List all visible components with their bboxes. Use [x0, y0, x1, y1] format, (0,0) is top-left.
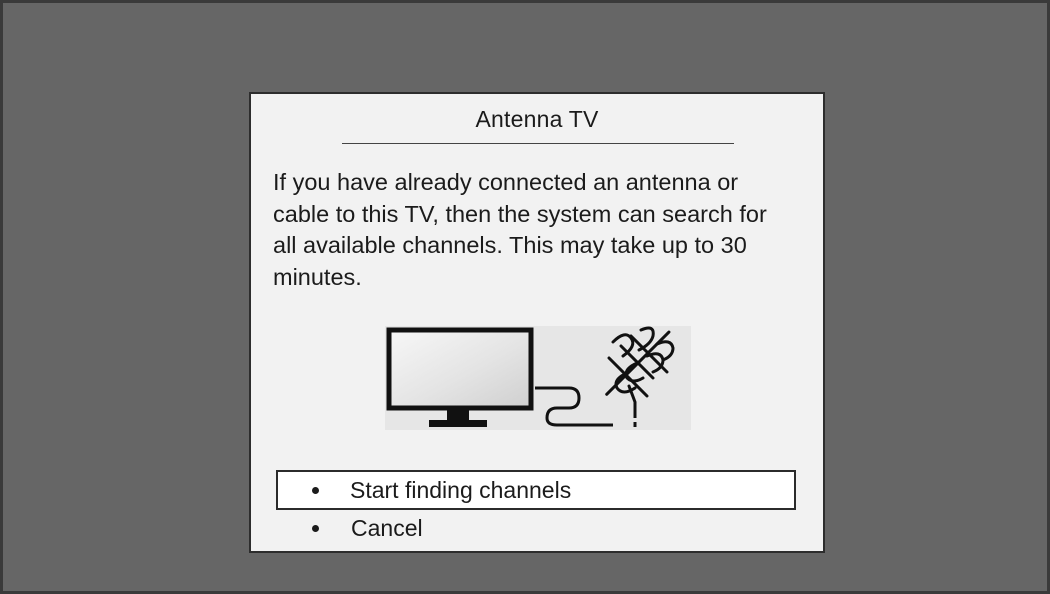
start-finding-channels-option[interactable]: Start finding channels — [276, 470, 796, 510]
menu-item-label: Start finding channels — [350, 476, 572, 503]
tv-antenna-graphic — [385, 326, 691, 430]
tv-antenna-illustration — [385, 326, 691, 430]
tv-screen: Antenna TV If you have already connected… — [0, 0, 1050, 594]
menu-item-label: Cancel — [351, 514, 423, 541]
title-divider — [342, 143, 734, 144]
cancel-option[interactable]: Cancel — [276, 508, 796, 548]
bullet-icon — [312, 486, 319, 494]
antenna-tv-dialog: Antenna TV If you have already connected… — [249, 92, 825, 553]
dialog-message: If you have already connected an antenna… — [273, 169, 767, 290]
dialog-title: Antenna TV — [475, 106, 599, 132]
bullet-icon — [312, 524, 319, 532]
